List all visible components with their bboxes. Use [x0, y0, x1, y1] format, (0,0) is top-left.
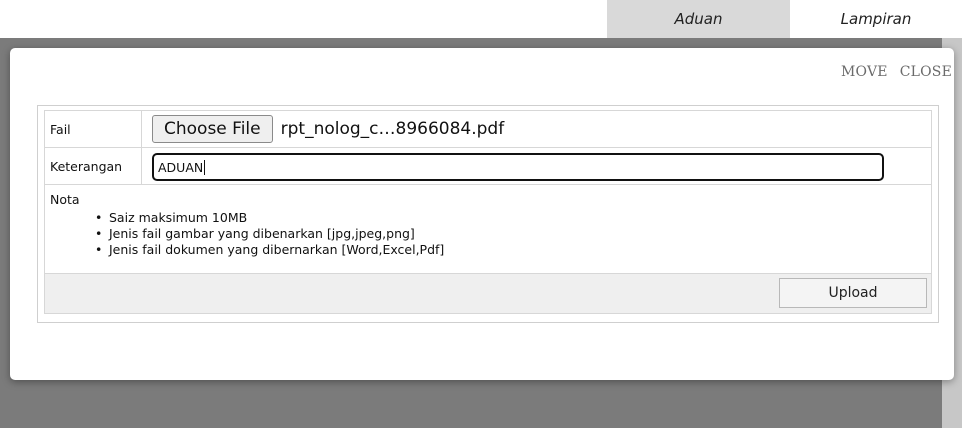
nota-item: Jenis fail gambar yang dibenarkan [jpg,j… — [95, 226, 444, 242]
tab-lampiran[interactable]: Lampiran — [790, 0, 962, 38]
keterangan-value: ADUAN — [158, 159, 204, 175]
nota-label: Nota — [50, 192, 80, 207]
file-input[interactable]: Choose File rpt_nolog_c…8966084.pdf — [152, 115, 504, 143]
background-header: Aduan Lampiran — [0, 0, 962, 38]
selected-file-name: rpt_nolog_c…8966084.pdf — [280, 119, 505, 139]
close-button[interactable]: CLOSE — [900, 64, 952, 80]
row-fail: Fail Choose File rpt_nolog_c…8966084.pdf — [44, 110, 932, 148]
keterangan-input[interactable]: ADUAN — [152, 153, 884, 181]
upload-dialog: MOVE CLOSE Fail Choose File rpt_nolog_c…… — [10, 48, 954, 380]
row-keterangan: Keterangan ADUAN — [44, 147, 932, 185]
dialog-actions: MOVE CLOSE — [841, 64, 952, 80]
keterangan-label: Keterangan — [45, 148, 142, 184]
form-footer: Upload — [44, 273, 932, 314]
nota-list: Saiz maksimum 10MB Jenis fail gambar yan… — [95, 210, 444, 258]
row-nota: Nota Saiz maksimum 10MB Jenis fail gamba… — [44, 184, 932, 274]
upload-form: Fail Choose File rpt_nolog_c…8966084.pdf… — [37, 105, 939, 323]
move-button[interactable]: MOVE — [841, 64, 888, 80]
nota-item: Saiz maksimum 10MB — [95, 210, 444, 226]
fail-label: Fail — [45, 111, 142, 147]
choose-file-button[interactable]: Choose File — [152, 115, 273, 143]
nota-item: Jenis fail dokumen yang dibernarkan [Wor… — [95, 242, 444, 258]
upload-button[interactable]: Upload — [779, 278, 927, 308]
tab-aduan[interactable]: Aduan — [607, 0, 790, 38]
text-cursor — [204, 159, 206, 175]
